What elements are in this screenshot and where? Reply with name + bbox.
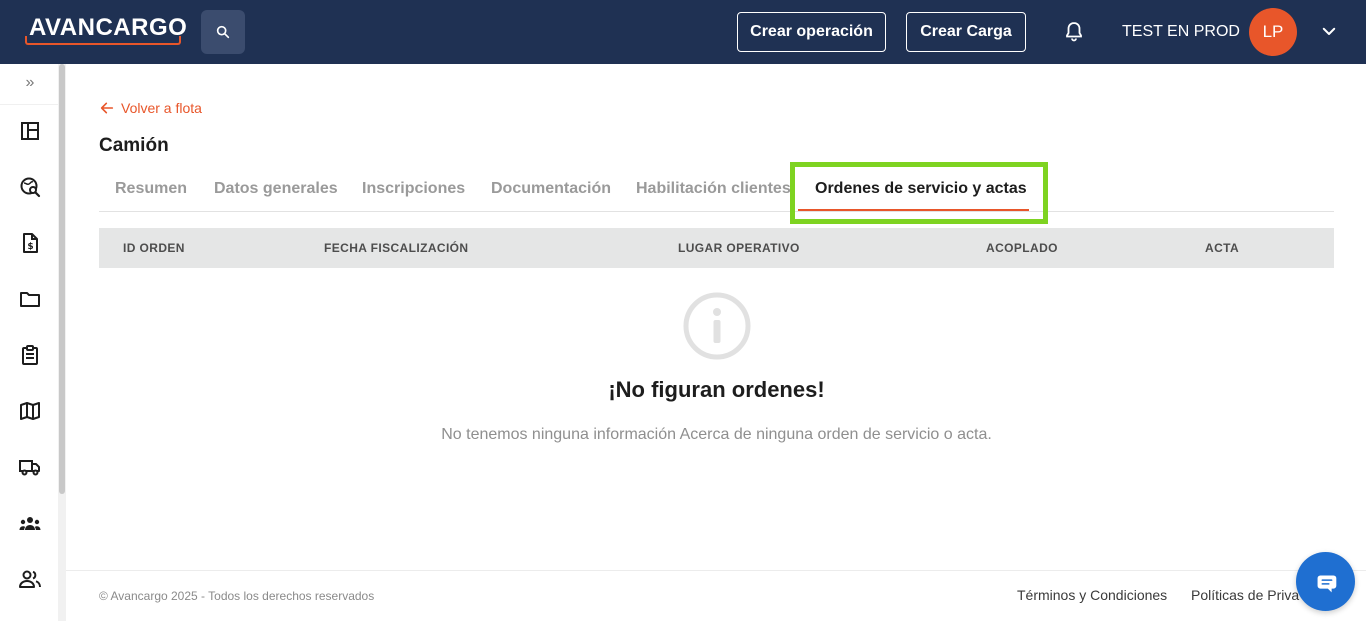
users-icon[interactable] [18,567,42,591]
create-operation-button[interactable]: Crear operación [737,12,886,52]
tab-habilitacion-clientes[interactable]: Habilitación clientes [636,180,791,198]
search-button[interactable] [201,10,245,54]
empty-state-title: ¡No figuran ordenes! [608,377,825,402]
search-icon [216,25,230,39]
tab-highlight-box [790,162,1048,224]
page-title: Camión [99,135,169,156]
chat-button[interactable] [1296,552,1355,611]
arrow-left-icon [100,102,114,114]
empty-state-description: No tenemos ninguna información Acerca de… [441,426,992,443]
column-header-lugar-operativo: LUGAR OPERATIVO [678,241,800,255]
logo-underline [25,36,181,45]
tracking-search-icon[interactable] [18,175,42,199]
dashboard-icon[interactable] [18,119,42,143]
avancargo-logo[interactable]: AVANCARGO [25,14,187,46]
bell-icon[interactable] [1062,20,1086,44]
back-link-label: Volver a flota [121,100,202,116]
truck-icon[interactable] [18,455,42,479]
copyright-text: © Avancargo 2025 - Todos los derechos re… [99,589,375,603]
clipboard-icon[interactable] [18,343,42,367]
back-to-fleet-link[interactable]: Volver a flota [99,100,202,116]
chat-icon [1317,574,1336,592]
expand-sidebar-icon[interactable]: » [20,74,40,94]
column-header-acoplado: ACOPLADO [986,241,1058,255]
column-header-id-orden: ID ORDEN [123,241,185,255]
create-load-button[interactable]: Crear Carga [906,12,1026,52]
terms-link[interactable]: Términos y Condiciones [1017,587,1167,603]
avatar[interactable]: LP [1249,8,1297,56]
group-icon[interactable] [18,511,42,535]
sidebar-divider [0,104,58,105]
user-name[interactable]: TEST EN PROD [1122,22,1240,42]
svg-text:$: $ [27,242,33,252]
folder-icon[interactable] [18,287,42,311]
info-icon [683,292,751,360]
invoice-icon[interactable]: $ [18,231,42,255]
tab-bar: Resumen Datos generales Inscripciones Do… [99,168,1334,212]
privacy-link[interactable]: Políticas de Priva [1191,587,1299,603]
tab-resumen[interactable]: Resumen [115,180,187,198]
column-header-fecha-fiscalizacion: FECHA FISCALIZACIÓN [324,241,469,255]
tab-documentacion[interactable]: Documentación [491,180,611,198]
column-header-acta: ACTA [1205,241,1240,255]
footer-divider [66,570,1366,571]
tab-inscripciones[interactable]: Inscripciones [362,180,465,198]
top-bar: AVANCARGO Crear operación Crear Carga TE… [0,0,1366,64]
tab-datos-generales[interactable]: Datos generales [214,180,338,198]
chevron-down-icon[interactable] [1320,22,1338,40]
table-header: ID ORDEN FECHA FISCALIZACIÓN LUGAR OPERA… [99,228,1334,268]
